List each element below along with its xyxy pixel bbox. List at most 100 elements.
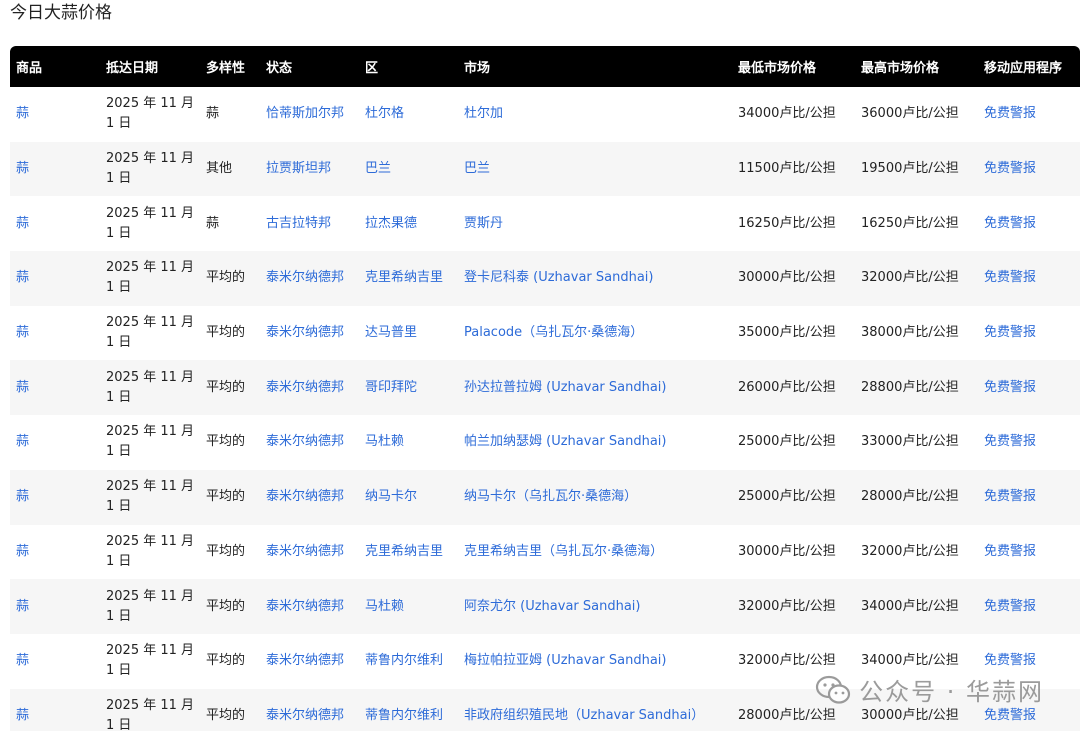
district-link[interactable]: 巴兰 [365,161,391,176]
free-alert-link[interactable]: 免费警报 [984,106,1036,121]
variety: 平均的 [206,434,246,450]
commodity-link[interactable]: 蒜 [16,106,29,121]
district-link[interactable]: 拉杰果德 [365,216,417,231]
state-link[interactable]: 泰米尔纳德邦 [266,708,344,723]
state-link[interactable]: 泰米尔纳德邦 [266,325,344,340]
free-alert-link[interactable]: 免费警报 [984,270,1036,285]
district-link[interactable]: 马杜赖 [365,434,404,449]
cell-max-price: 32000卢比/公担 [855,525,978,580]
cell-district: 克里希纳吉里 [359,251,458,306]
cell-app: 免费警报 [978,415,1080,470]
cell-state: 泰米尔纳德邦 [260,470,359,525]
market-link[interactable]: 非政府组织殖民地（Uzhavar Sandhai） [464,708,704,723]
cell-district: 达马普里 [359,306,458,361]
district-link[interactable]: 杜尔格 [365,106,404,121]
district-link[interactable]: 达马普里 [365,325,417,340]
district-link[interactable]: 哥印拜陀 [365,380,417,395]
variety: 平均的 [206,543,246,559]
cell-commodity: 蒜 [10,415,100,470]
min-price: 30000卢比/公担 [738,543,836,559]
cell-app: 免费警报 [978,142,1080,197]
free-alert-link[interactable]: 免费警报 [984,544,1036,559]
free-alert-link[interactable]: 免费警报 [984,653,1036,668]
max-price: 30000卢比/公担 [861,707,959,723]
state-link[interactable]: 泰米尔纳德邦 [266,380,344,395]
state-link[interactable]: 泰米尔纳德邦 [266,544,344,559]
district-link[interactable]: 蒂鲁内尔维利 [365,653,443,668]
state-link[interactable]: 泰米尔纳德邦 [266,489,344,504]
commodity-link[interactable]: 蒜 [16,161,29,176]
min-price: 32000卢比/公担 [738,598,836,614]
cell-date: 2025 年 11 月 1 日 [100,470,200,525]
cell-district: 巴兰 [359,142,458,197]
market-link[interactable]: 孙达拉普拉姆 (Uzhavar Sandhai) [464,380,666,395]
district-link[interactable]: 蒂鲁内尔维利 [365,708,443,723]
market-link[interactable]: Palacode（乌扎瓦尔·桑德海） [464,325,643,340]
commodity-link[interactable]: 蒜 [16,380,29,395]
max-price: 32000卢比/公担 [861,270,959,286]
commodity-link[interactable]: 蒜 [16,544,29,559]
market-link[interactable]: 贾斯丹 [464,216,503,231]
arrival-date: 2025 年 11 月 1 日 [106,643,195,679]
commodity-link[interactable]: 蒜 [16,599,29,614]
cell-variety: 平均的 [200,634,260,689]
market-link[interactable]: 杜尔加 [464,106,503,121]
cell-min-price: 30000卢比/公担 [732,525,855,580]
cell-market: 巴兰 [458,142,732,197]
free-alert-link[interactable]: 免费警报 [984,599,1036,614]
commodity-link[interactable]: 蒜 [16,270,29,285]
state-link[interactable]: 恰蒂斯加尔邦 [266,106,344,121]
free-alert-link[interactable]: 免费警报 [984,216,1036,231]
max-price: 28800卢比/公担 [861,379,959,395]
min-price: 30000卢比/公担 [738,270,836,286]
free-alert-link[interactable]: 免费警报 [984,434,1036,449]
free-alert-link[interactable]: 免费警报 [984,161,1036,176]
state-link[interactable]: 泰米尔纳德邦 [266,434,344,449]
commodity-link[interactable]: 蒜 [16,653,29,668]
state-link[interactable]: 泰米尔纳德邦 [266,653,344,668]
commodity-link[interactable]: 蒜 [16,434,29,449]
free-alert-link[interactable]: 免费警报 [984,489,1036,504]
district-link[interactable]: 克里希纳吉里 [365,270,443,285]
cell-market: 克里希纳吉里（乌扎瓦尔·桑德海） [458,525,732,580]
market-link[interactable]: 梅拉帕拉亚姆 (Uzhavar Sandhai) [464,653,666,668]
cell-variety: 平均的 [200,306,260,361]
market-link[interactable]: 帕兰加纳瑟姆 (Uzhavar Sandhai) [464,434,666,449]
market-link[interactable]: 克里希纳吉里（乌扎瓦尔·桑德海） [464,544,663,559]
cell-date: 2025 年 11 月 1 日 [100,525,200,580]
min-price: 25000卢比/公担 [738,434,836,450]
district-link[interactable]: 克里希纳吉里 [365,544,443,559]
commodity-link[interactable]: 蒜 [16,216,29,231]
district-link[interactable]: 马杜赖 [365,599,404,614]
variety: 平均的 [206,379,246,395]
cell-min-price: 32000卢比/公担 [732,579,855,634]
cell-market: 登卡尼科泰 (Uzhavar Sandhai) [458,251,732,306]
free-alert-link[interactable]: 免费警报 [984,325,1036,340]
state-link[interactable]: 泰米尔纳德邦 [266,599,344,614]
market-link[interactable]: 纳马卡尔（乌扎瓦尔·桑德海） [464,489,637,504]
cell-commodity: 蒜 [10,360,100,415]
header-min-price: 最低市场价格 [738,61,817,76]
market-link[interactable]: 阿奈尤尔 (Uzhavar Sandhai) [464,599,640,614]
state-link[interactable]: 泰米尔纳德邦 [266,270,344,285]
cell-max-price: 28800卢比/公担 [855,360,978,415]
arrival-date: 2025 年 11 月 1 日 [106,260,195,296]
cell-state: 泰米尔纳德邦 [260,634,359,689]
commodity-link[interactable]: 蒜 [16,489,29,504]
commodity-link[interactable]: 蒜 [16,325,29,340]
variety: 平均的 [206,325,246,341]
cell-min-price: 34000卢比/公担 [732,87,855,142]
state-link[interactable]: 古吉拉特邦 [266,216,331,231]
state-link[interactable]: 拉贾斯坦邦 [266,161,331,176]
market-link[interactable]: 巴兰 [464,161,490,176]
cell-app: 免费警报 [978,87,1080,142]
table-row: 蒜 2025 年 11 月 1 日其他 拉贾斯坦邦 巴兰 巴兰 11500卢比/公担 195… [10,141,1080,197]
free-alert-link[interactable]: 免费警报 [984,380,1036,395]
district-link[interactable]: 纳马卡尔 [365,489,417,504]
commodity-link[interactable]: 蒜 [16,708,29,723]
arrival-date: 2025 年 11 月 1 日 [106,369,195,405]
cell-state: 泰米尔纳德邦 [260,415,359,470]
cell-market: 孙达拉普拉姆 (Uzhavar Sandhai) [458,360,732,415]
free-alert-link[interactable]: 免费警报 [984,708,1036,723]
market-link[interactable]: 登卡尼科泰 (Uzhavar Sandhai) [464,270,653,285]
